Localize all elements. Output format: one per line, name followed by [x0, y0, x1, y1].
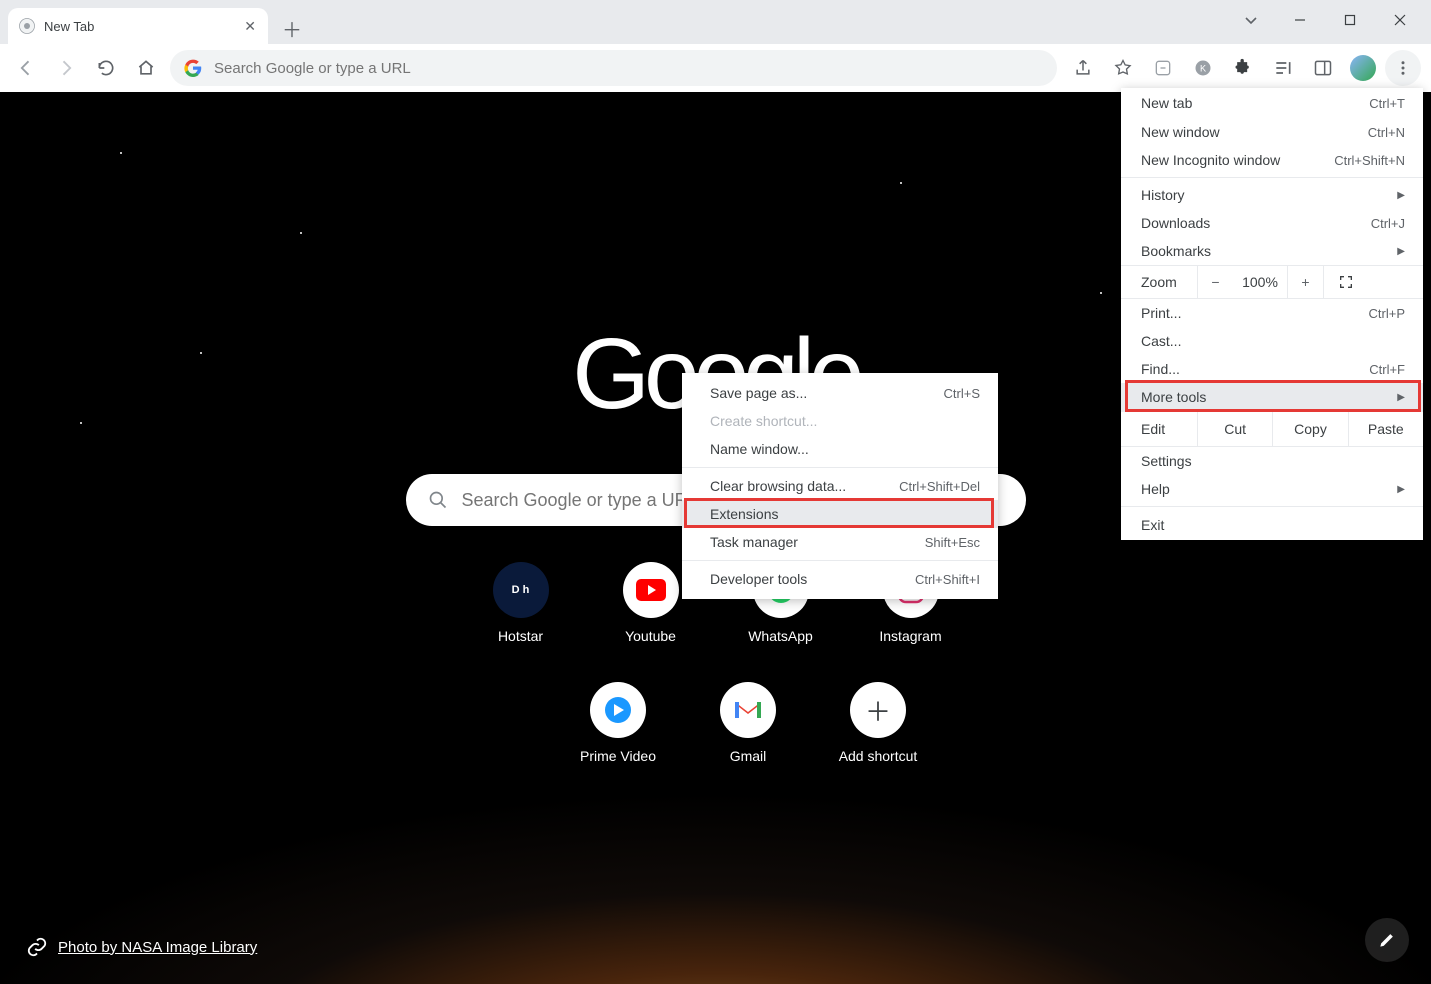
browser-tab[interactable]: New Tab ✕	[8, 8, 268, 44]
reload-button[interactable]	[90, 52, 122, 84]
chevron-right-icon: ▶	[1397, 392, 1405, 403]
back-button[interactable]	[10, 52, 42, 84]
attribution-link[interactable]: Photo by NASA Image Library	[58, 939, 257, 956]
svg-text:K: K	[1200, 63, 1206, 73]
submenu-extensions[interactable]: Extensions	[682, 500, 998, 528]
chevron-right-icon: ▶	[1397, 190, 1405, 201]
extension-icon-2[interactable]: K	[1185, 50, 1221, 86]
submenu-clear-browsing[interactable]: Clear browsing data...Ctrl+Shift+Del	[682, 472, 998, 500]
menu-edit: Edit Cut Copy Paste	[1121, 411, 1423, 447]
background-attribution: Photo by NASA Image Library	[26, 936, 257, 958]
submenu-name-window[interactable]: Name window...	[682, 435, 998, 463]
more-tools-submenu: Save page as...Ctrl+S Create shortcut...…	[682, 373, 998, 599]
tab-title: New Tab	[44, 19, 234, 34]
chrome-favicon-icon	[18, 17, 36, 35]
shortcuts-row2: Prime Video Gmail ＋ Add shortcut	[553, 682, 943, 764]
menu-downloads[interactable]: DownloadsCtrl+J	[1121, 209, 1423, 237]
edit-copy-button[interactable]: Copy	[1272, 412, 1347, 446]
menu-cast[interactable]: Cast...	[1121, 327, 1423, 355]
pencil-icon	[1377, 930, 1397, 950]
maximize-button[interactable]	[1327, 4, 1373, 36]
shortcut-prime-video[interactable]: Prime Video	[553, 682, 683, 764]
customize-button[interactable]	[1365, 918, 1409, 962]
omnibox-input[interactable]	[214, 60, 1043, 77]
menu-print[interactable]: Print...Ctrl+P	[1121, 299, 1423, 327]
submenu-save-page[interactable]: Save page as...Ctrl+S	[682, 379, 998, 407]
menu-exit[interactable]: Exit	[1121, 510, 1423, 540]
add-shortcut-icon: ＋	[850, 682, 906, 738]
reading-list-icon[interactable]	[1265, 50, 1301, 86]
extensions-puzzle-icon[interactable]	[1225, 50, 1261, 86]
chevron-right-icon: ▶	[1397, 246, 1405, 257]
home-button[interactable]	[130, 52, 162, 84]
youtube-icon	[623, 562, 679, 618]
toolbar: K	[0, 44, 1431, 92]
profile-avatar[interactable]	[1345, 50, 1381, 86]
menu-bookmarks[interactable]: Bookmarks▶	[1121, 237, 1423, 265]
toolbar-actions: K	[1065, 50, 1421, 86]
fullscreen-button[interactable]	[1323, 266, 1367, 298]
prime-video-icon	[590, 682, 646, 738]
side-panel-icon[interactable]	[1305, 50, 1341, 86]
gmail-icon	[720, 682, 776, 738]
menu-new-window[interactable]: New windowCtrl+N	[1121, 118, 1423, 146]
submenu-task-manager[interactable]: Task managerShift+Esc	[682, 528, 998, 556]
new-tab-button[interactable]: ＋	[276, 12, 308, 44]
chevron-right-icon: ▶	[1397, 484, 1405, 495]
zoom-out-button[interactable]: −	[1197, 266, 1233, 298]
minimize-button[interactable]	[1277, 4, 1323, 36]
google-g-icon	[184, 59, 202, 77]
menu-zoom: Zoom − 100% +	[1121, 265, 1423, 299]
share-icon[interactable]	[1065, 50, 1101, 86]
forward-button[interactable]	[50, 52, 82, 84]
link-icon	[26, 936, 48, 958]
window-controls	[1221, 0, 1431, 40]
menu-settings[interactable]: Settings	[1121, 447, 1423, 475]
edit-paste-button[interactable]: Paste	[1348, 412, 1423, 446]
search-icon	[428, 490, 448, 510]
shortcut-gmail[interactable]: Gmail	[683, 682, 813, 764]
edit-cut-button[interactable]: Cut	[1197, 412, 1272, 446]
zoom-value: 100%	[1233, 274, 1287, 290]
submenu-developer-tools[interactable]: Developer toolsCtrl+Shift+I	[682, 565, 998, 593]
extension-icon-1[interactable]	[1145, 50, 1181, 86]
tab-close-icon[interactable]: ✕	[242, 18, 258, 35]
submenu-create-shortcut: Create shortcut...	[682, 407, 998, 435]
shortcut-add[interactable]: ＋ Add shortcut	[813, 682, 943, 764]
tab-strip: New Tab ✕ ＋	[0, 0, 1431, 44]
address-bar[interactable]	[170, 50, 1057, 86]
menu-history[interactable]: History▶	[1121, 181, 1423, 209]
zoom-in-button[interactable]: +	[1287, 266, 1323, 298]
menu-more-tools[interactable]: More tools▶	[1121, 383, 1423, 411]
hotstar-icon: D h	[493, 562, 549, 618]
close-button[interactable]	[1377, 4, 1423, 36]
menu-help[interactable]: Help▶	[1121, 475, 1423, 503]
bookmark-star-icon[interactable]	[1105, 50, 1141, 86]
tab-search-button[interactable]	[1229, 12, 1273, 28]
menu-new-tab[interactable]: New tabCtrl+T	[1121, 88, 1423, 118]
menu-find[interactable]: Find...Ctrl+F	[1121, 355, 1423, 383]
menu-new-incognito[interactable]: New Incognito windowCtrl+Shift+N	[1121, 146, 1423, 174]
chrome-menu-button[interactable]	[1385, 50, 1421, 86]
chrome-menu: New tabCtrl+T New windowCtrl+N New Incog…	[1121, 88, 1423, 540]
shortcut-hotstar[interactable]: D h Hotstar	[456, 562, 586, 644]
